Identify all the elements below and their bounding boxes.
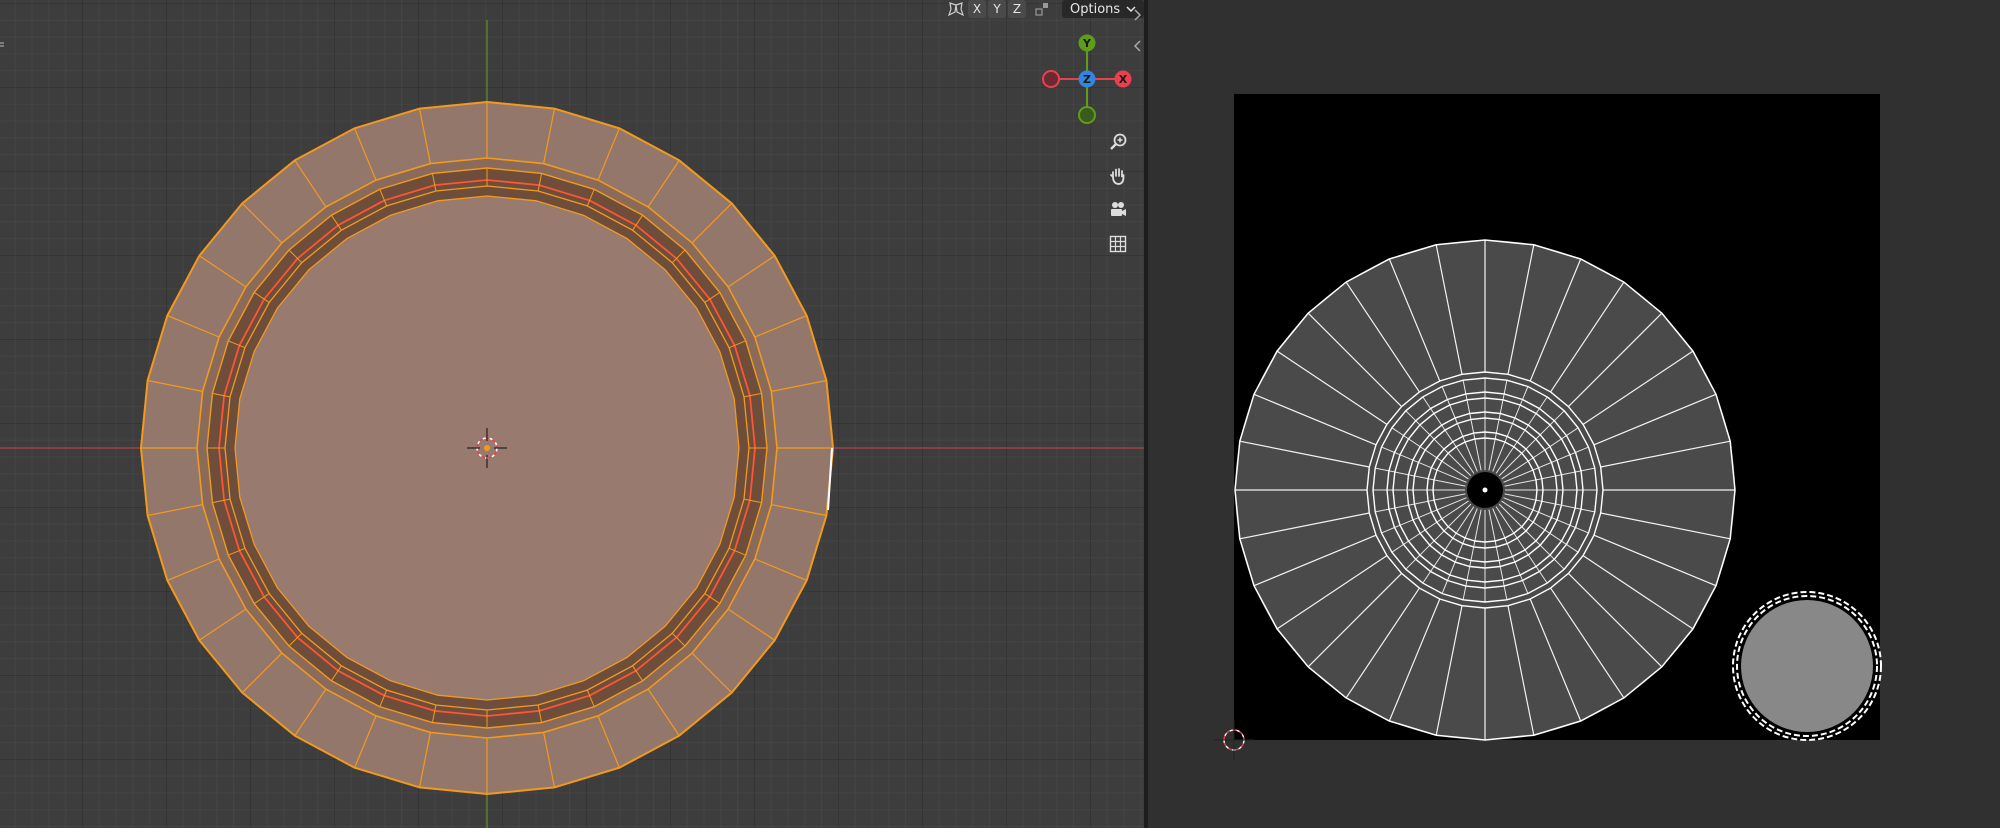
gizmo-neg-y	[1078, 106, 1096, 124]
collapse-arrow-icon[interactable]	[1133, 38, 1143, 52]
grid-icon	[1109, 235, 1127, 253]
uv-island-small	[1741, 600, 1873, 732]
mirror-z-button[interactable]: Z	[1008, 0, 1026, 18]
pan-button[interactable]	[1104, 162, 1132, 190]
sidebar-toggle-icon[interactable]	[1133, 7, 1143, 21]
toolbar-edge-icon	[0, 34, 6, 47]
camera-view-button[interactable]	[1104, 196, 1132, 224]
gizmo-z-label: Z	[1083, 73, 1091, 86]
navigation-gizmo: Y X Z	[1042, 34, 1132, 124]
zoom-icon	[1110, 133, 1127, 150]
gizmo-y-label: Y	[1082, 37, 1092, 50]
mirror-y-button[interactable]: Y	[988, 0, 1006, 18]
snap-icon[interactable]	[1032, 0, 1052, 18]
options-label: Options	[1070, 1, 1121, 17]
ortho-toggle-button[interactable]	[1104, 230, 1132, 258]
camera-icon	[1111, 202, 1126, 216]
butterfly-mirror-icon[interactable]	[946, 0, 966, 18]
hand-pan-icon	[1110, 168, 1125, 185]
uv-editor[interactable]	[1148, 0, 2000, 828]
options-dropdown[interactable]: Options	[1062, 0, 1144, 18]
uv-canvas	[1214, 94, 1882, 760]
mesh-canvas: Y X Z	[0, 20, 1144, 828]
3d-viewport[interactable]: Y X Z X Y Z Options	[0, 0, 1144, 828]
viewport-header: X Y Z Options	[946, 0, 1144, 18]
mirror-x-button[interactable]: X	[968, 0, 986, 18]
uv-center-dot	[1482, 487, 1488, 493]
zoom-button[interactable]	[1104, 128, 1132, 156]
gizmo-neg-x	[1042, 70, 1060, 88]
gizmo-x-label: X	[1119, 73, 1128, 86]
